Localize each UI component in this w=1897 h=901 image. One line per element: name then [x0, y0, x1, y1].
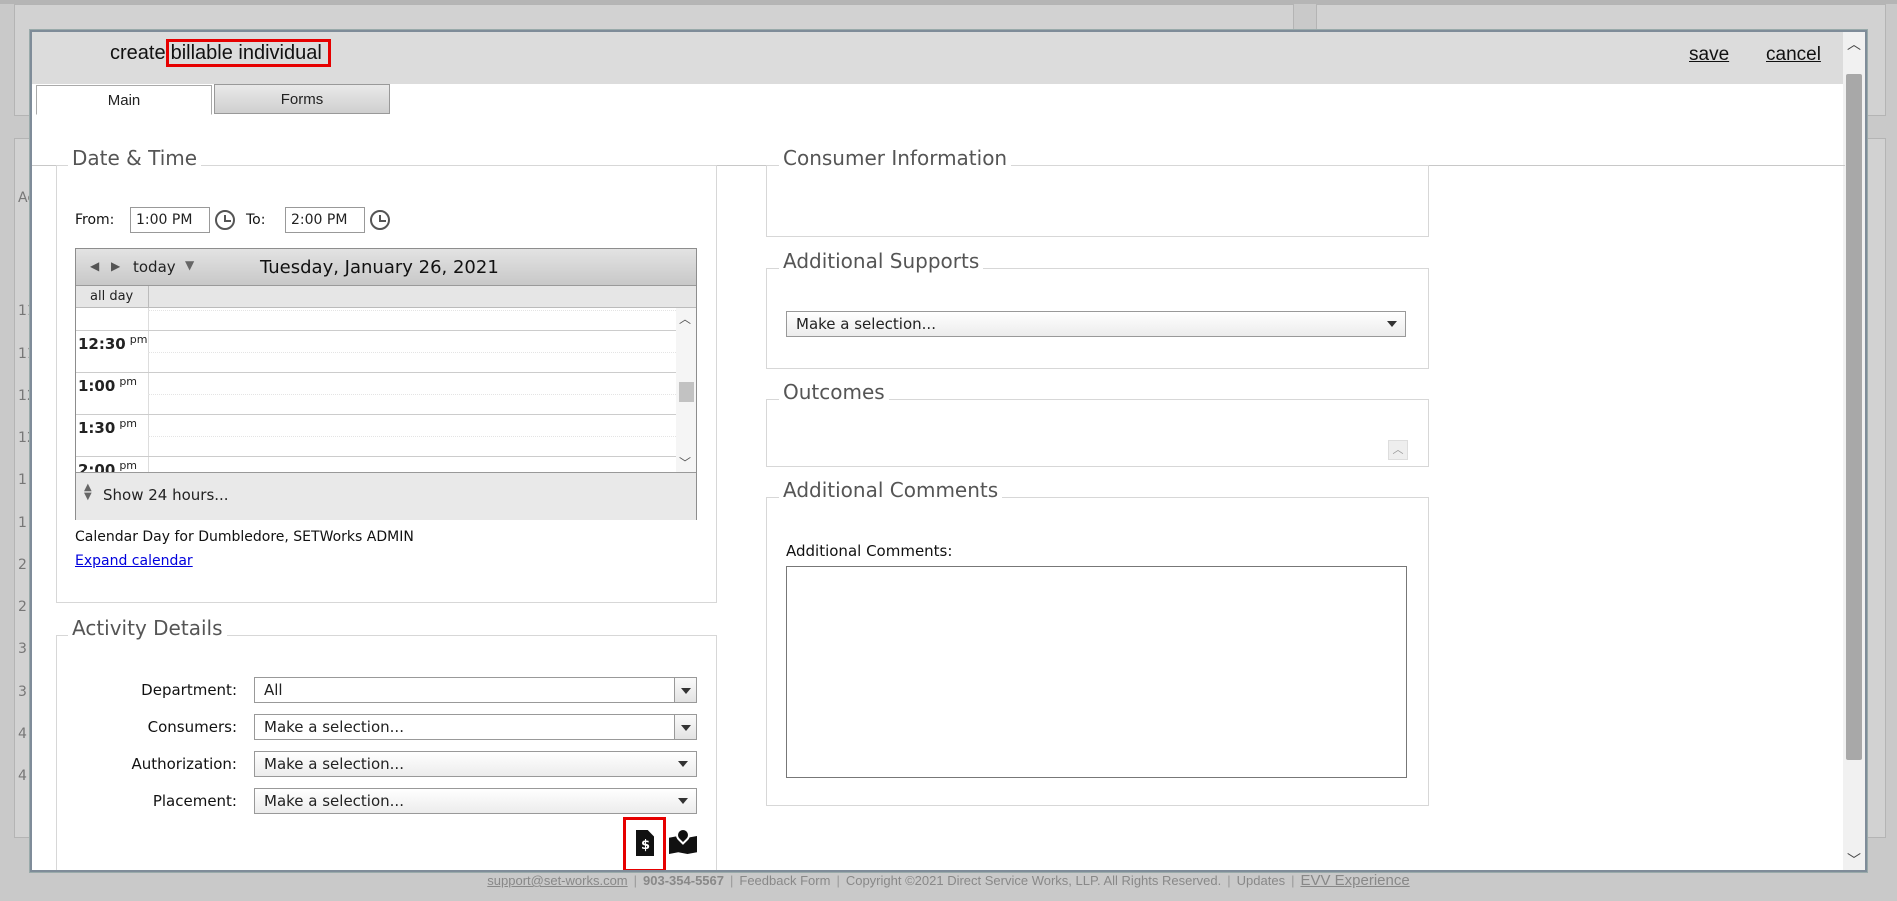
next-day-icon[interactable]: ▶ [111, 259, 120, 273]
modal-scrollbar[interactable]: ︿ ﹀ [1843, 32, 1865, 870]
authorization-label: Authorization: [131, 755, 237, 773]
calendar-time-grid[interactable]: 12:30 pm 1:00 pm 1:30 pm 2:00 pm [76, 308, 676, 472]
time-slot-label: 1:00 pm [78, 375, 138, 395]
copyright-text: Copyright ©2021 Direct Service Works, LL… [845, 873, 1222, 888]
create-activity-modal: create billable individual save cancel ︿ … [30, 30, 1867, 872]
time-slot-label: 2:00 pm [78, 459, 138, 472]
chevron-down-icon[interactable] [674, 715, 696, 739]
all-day-row[interactable]: all day [76, 286, 696, 308]
day-calendar: ◀ ▶ today ▼ Tuesday, January 26, 2021 al… [75, 248, 697, 520]
outcomes-section [766, 399, 1429, 467]
billing-document-icon[interactable] [623, 817, 666, 870]
chevron-up-icon[interactable]: ︿ [679, 310, 691, 327]
scroll-up-icon[interactable]: ︿ [1843, 34, 1865, 54]
chevron-down-icon[interactable]: ﹀ [679, 454, 691, 471]
alarm-clock-icon[interactable] [370, 210, 390, 230]
additional-comments-legend: Additional Comments [779, 478, 1003, 502]
time-slot[interactable] [76, 308, 676, 331]
calendar-date-title: Tuesday, January 26, 2021 [260, 257, 499, 278]
department-value: All [264, 681, 283, 699]
calendar-scrollbar[interactable]: ︿ ﹀ [676, 308, 696, 472]
tab-main[interactable]: Main [36, 85, 212, 115]
updates-link[interactable]: Updates [1237, 873, 1285, 888]
background-row-label: 4 [18, 726, 27, 742]
consumer-information-legend: Consumer Information [779, 146, 1012, 170]
chevron-down-icon [678, 761, 688, 767]
expand-calendar-link[interactable]: Expand calendar [75, 553, 193, 569]
time-slot-label: 1:30 pm [78, 417, 138, 437]
outcomes-legend: Outcomes [779, 380, 889, 404]
background-row-label: 1 [18, 472, 27, 488]
chevron-down-icon [678, 798, 688, 804]
time-slot-label [78, 308, 146, 311]
chevron-down-icon[interactable] [674, 678, 696, 702]
consumers-label: Consumers: [147, 718, 237, 736]
additional-comments-textarea[interactable] [786, 566, 1407, 778]
alarm-clock-icon[interactable] [215, 210, 235, 230]
modal-title-prefix: create [110, 42, 166, 64]
additional-supports-value: Make a selection... [796, 315, 936, 333]
page-footer: support@set-works.com | 903-354-5567 | Feedb… [487, 872, 1410, 889]
feedback-form-link[interactable]: Feedback Form [739, 873, 830, 888]
scroll-down-icon[interactable]: ﹀ [1843, 850, 1865, 870]
support-phone: 903-354-5567 [643, 873, 724, 888]
calendar-footer: ▲ ▼ Show 24 hours... [76, 472, 696, 520]
scrollbar-thumb[interactable] [1846, 74, 1862, 760]
modal-title-activity-type: billable individual [165, 39, 331, 67]
additional-comments-label: Additional Comments: [786, 542, 953, 560]
modal-header: create billable individual save cancel [32, 32, 1865, 84]
consumers-value: Make a selection... [264, 718, 404, 736]
placement-select[interactable]: Make a selection... [254, 788, 697, 814]
consumer-information-section [766, 165, 1429, 237]
from-time-input[interactable]: 1:00 PM [130, 207, 210, 233]
placement-label: Placement: [152, 792, 237, 810]
calendar-scrollbar-thumb[interactable] [679, 382, 694, 402]
background-row-label: 4 [18, 768, 27, 784]
chevron-down-icon [1387, 321, 1397, 327]
modal-title: create billable individual [110, 39, 331, 67]
time-slot[interactable]: 2:00 pm [76, 456, 676, 472]
time-slot[interactable]: 12:30 pm [76, 330, 676, 373]
time-slot-label: 12:30 pm [78, 333, 148, 353]
additional-supports-select[interactable]: Make a selection... [786, 311, 1406, 337]
show-24-hours-link[interactable]: Show 24 hours... [103, 486, 229, 504]
calendar-caption: Calendar Day for Dumbledore, SETWorks AD… [75, 529, 414, 545]
calendar-header: ◀ ▶ today ▼ Tuesday, January 26, 2021 [76, 249, 696, 286]
authorization-value: Make a selection... [264, 755, 404, 773]
background-row-label: 2 [18, 557, 27, 573]
time-slot[interactable]: 1:00 pm [76, 372, 676, 415]
chevron-down-icon[interactable]: ▼ [185, 258, 194, 272]
time-slot[interactable]: 1:30 pm [76, 414, 676, 457]
background-row-label: 2 [18, 599, 27, 615]
map-pin-icon[interactable] [669, 825, 699, 856]
all-day-label: all day [90, 289, 134, 304]
authorization-select[interactable]: Make a selection... [254, 751, 697, 777]
department-combobox[interactable]: All [254, 677, 697, 703]
from-label: From: [75, 212, 115, 228]
activity-details-legend: Activity Details [68, 616, 227, 640]
expand-hours-icon[interactable]: ▲ ▼ [84, 483, 92, 502]
date-time-legend: Date & Time [68, 146, 202, 170]
additional-supports-legend: Additional Supports [779, 249, 984, 273]
consumers-combobox[interactable]: Make a selection... [254, 714, 697, 740]
to-time-input[interactable]: 2:00 PM [285, 207, 365, 233]
placement-value: Make a selection... [264, 792, 404, 810]
evv-experience-link[interactable]: EVV Experience [1300, 872, 1409, 889]
background-row-label: 3 [18, 684, 27, 700]
to-label: To: [246, 212, 266, 228]
background-row-label: 1 [18, 515, 27, 531]
background-row-label: 3 [18, 641, 27, 657]
cancel-button[interactable]: cancel [1766, 44, 1821, 66]
chevron-up-icon[interactable]: ︿ [1388, 440, 1408, 460]
support-email-link[interactable]: support@set-works.com [487, 873, 627, 888]
today-button[interactable]: today [133, 258, 176, 276]
department-label: Department: [141, 681, 237, 699]
previous-day-icon[interactable]: ◀ [90, 259, 99, 273]
save-button[interactable]: save [1689, 44, 1729, 66]
tab-forms[interactable]: Forms [214, 84, 390, 114]
